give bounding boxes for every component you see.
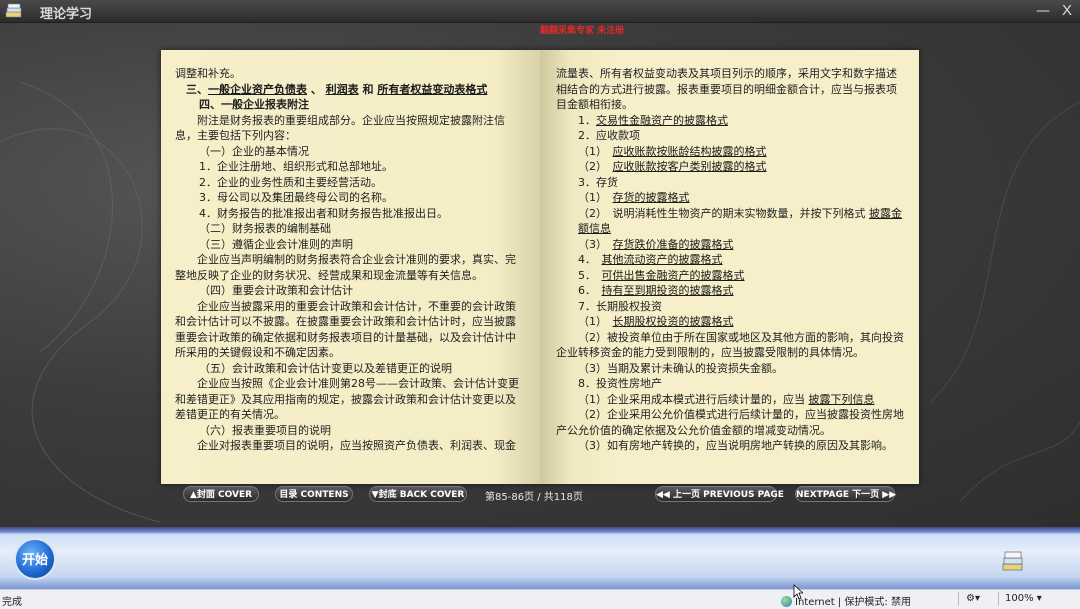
- zone-label: Internet | 保护模式: 禁用: [795, 597, 911, 608]
- disclosure-format-link[interactable]: 持有至到期投资的披露格式: [602, 284, 734, 297]
- left-paragraph: 1．企业注册地、组织形式和总部地址。: [199, 160, 393, 173]
- disclosure-format-link[interactable]: 其他流动资产的披露格式: [602, 253, 723, 266]
- open-book: 调整和补充。 三、一般企业资产负债表 、 利润表 和 所有者权益变动表格式 四、一…: [161, 50, 919, 484]
- left-paragraph: 企业应当声明编制的财务报表符合企业会计准则的要求，真实、完整地反映了企业的财务状…: [175, 253, 516, 282]
- left-paragraph: （二）财务报表的编制基础: [199, 222, 331, 235]
- left-paragraph: 调整和补充。: [175, 67, 241, 80]
- right-paragraph: 6． 持有至到期投资的披露格式: [556, 283, 907, 299]
- right-paragraph: （1） 长期股权投资的披露格式: [556, 314, 907, 330]
- right-paragraph: （1）企业采用成本模式进行后续计量的，应当 披露下列信息: [556, 392, 907, 408]
- right-paragraph: （2）企业采用公允价值模式进行后续计量的，应当披露投资性房地产公允价值的确定依据…: [556, 408, 904, 437]
- disclosure-format-link[interactable]: 应收账款按客户类别披露的格式: [613, 160, 767, 173]
- left-paragraph: 四、一般企业报表附注: [199, 98, 309, 111]
- book-toolbar: ▲封面 COVER 目录 CONTENS ▼封底 BACK COVER 第85-…: [161, 484, 919, 504]
- left-paragraph: 附注是财务报表的重要组成部分。企业应当按照规定披露附注信息，主要包括下列内容：: [175, 113, 505, 143]
- start-button[interactable]: 开始: [14, 538, 56, 580]
- left-paragraph: （四）重要会计政策和会计估计: [199, 284, 353, 297]
- settings-gear-icon[interactable]: ⚙▾: [966, 593, 980, 604]
- right-paragraph: 3．存货: [578, 175, 618, 189]
- right-paragraph: （3）当期及累计未确认的投资损失金额。: [578, 361, 783, 375]
- browser-status-bar: 完成 Internet | 保护模式: 禁用 ⚙▾ 100% ▾: [0, 589, 1080, 609]
- left-paragraph: 三、一般企业资产负债表 、 利润表 和 所有者权益变动表格式: [175, 82, 522, 98]
- statement-link[interactable]: 一般企业资产负债表: [208, 83, 307, 96]
- zoom-control[interactable]: 100% ▾: [1005, 593, 1042, 604]
- paragraph-text: （1）: [578, 191, 613, 204]
- page-indicator: 第85-86页 / 共118页: [485, 492, 583, 503]
- left-page: 调整和补充。 三、一般企业资产负债表 、 利润表 和 所有者权益变动表格式 四、一…: [161, 50, 540, 484]
- right-paragraph: 4． 其他流动资产的披露格式: [556, 252, 907, 268]
- paragraph-text: （1）: [578, 144, 613, 158]
- paragraph-text: 、: [307, 82, 326, 96]
- disclosure-format-link[interactable]: 应收账款按账龄结构披露的格式: [613, 145, 767, 158]
- left-paragraph: 企业应当披露采用的重要会计政策和会计估计，不重要的会计政策和会计估计可以不披露。…: [175, 299, 516, 360]
- title-bar: 理论学习 — X: [0, 0, 1080, 23]
- right-paragraph: （2） 应收账款按客户类别披露的格式: [556, 159, 907, 175]
- chevron-down-icon: ▾: [1036, 593, 1042, 604]
- right-paragraph: （3） 存货跌价准备的披露格式: [556, 237, 907, 253]
- globe-icon: [781, 596, 792, 607]
- right-paragraph: （3）如有房地产转换的，应当说明房地产转换的原因及其影响。: [578, 439, 893, 452]
- left-paragraph: （五）会计政策和会计估计变更以及差错更正的说明: [199, 361, 452, 375]
- previous-page-button[interactable]: ◀◀ 上一页 PREVIOUS PAGE: [655, 486, 784, 502]
- right-paragraph: （2） 说明消耗性生物资产的期末实物数量，并按下列格式 披露金额信息: [556, 206, 907, 237]
- unregistered-notice: 翻翻采集专家 未注册: [540, 26, 625, 36]
- book-stack-icon: [5, 3, 22, 18]
- right-paragraph: 2．应收款项: [578, 129, 640, 142]
- left-paragraph: （六）报表重要项目的说明: [199, 423, 331, 437]
- paragraph-text: 5．: [578, 268, 602, 282]
- left-paragraph: 3．母公司以及集团最终母公司的名称。: [199, 191, 393, 204]
- paragraph-text: 和: [358, 82, 378, 96]
- paragraph-text: 三、: [175, 82, 208, 96]
- mouse-cursor-icon: [793, 584, 803, 600]
- paragraph-text: 1．: [578, 113, 596, 127]
- disclosure-format-link[interactable]: 存货的披露格式: [613, 191, 690, 204]
- left-paragraph: 企业应当按照《企业会计准则第28号——会计政策、会计估计变更和差错更正》及其应用…: [175, 377, 519, 421]
- statement-link[interactable]: 利润表: [326, 83, 359, 96]
- right-paragraph: （1） 存货的披露格式: [556, 190, 907, 206]
- statement-link[interactable]: 所有者权益变动表格式: [377, 83, 487, 96]
- reader-window: 理论学习 — X 翻翻采集专家 未注册 调整和补充。 三、一般企业资产负债表 、…: [0, 0, 1080, 527]
- divider: [958, 592, 959, 606]
- right-page: 流量表、所有者权益变动表及其项目列示的顺序，采用文字和数字描述相结合的方式进行披…: [540, 50, 919, 484]
- right-paragraph: 流量表、所有者权益变动表及其项目列示的顺序，采用文字和数字描述相结合的方式进行披…: [556, 67, 897, 111]
- cover-button[interactable]: ▲封面 COVER: [183, 486, 259, 502]
- right-paragraph: 7．长期股权投资: [578, 299, 662, 313]
- paragraph-text: 4．: [578, 253, 602, 266]
- right-paragraph: 5． 可供出售金融资产的披露格式: [556, 268, 907, 284]
- left-paragraph: （一）企业的基本情况: [199, 144, 309, 158]
- next-page-button[interactable]: NEXTPAGE 下一页 ▶▶: [795, 486, 896, 502]
- contents-button[interactable]: 目录 CONTENS: [275, 486, 353, 502]
- close-button[interactable]: X: [1058, 2, 1076, 20]
- paragraph-text: （1）企业采用成本模式进行后续计量的，应当: [578, 392, 809, 406]
- paragraph-text: （1）: [578, 315, 613, 328]
- left-paragraph: 企业对报表重要项目的说明，应当按照资产负债表、利润表、现金: [197, 439, 516, 452]
- taskbar: 开始: [0, 527, 1080, 589]
- left-paragraph: 4．财务报告的批准报出者和财务报告批准报出日。: [199, 206, 448, 220]
- divider: [998, 592, 999, 606]
- left-paragraph: （三）遵循企业会计准则的声明: [199, 237, 353, 251]
- right-paragraph: 8．投资性房地产: [578, 377, 662, 390]
- minimize-button[interactable]: —: [1034, 2, 1052, 20]
- zoom-level: 100%: [1005, 593, 1034, 604]
- disclosure-format-link[interactable]: 披露下列信息: [809, 393, 875, 406]
- paragraph-text: 6．: [578, 284, 602, 297]
- book-stack-tray-icon[interactable]: [1000, 549, 1026, 575]
- right-paragraph: 1．交易性金融资产的披露格式: [556, 113, 907, 129]
- left-paragraph: 2．企业的业务性质和主要经营活动。: [199, 175, 382, 189]
- right-paragraph: （1） 应收账款按账龄结构披露的格式: [556, 144, 907, 160]
- back-cover-button[interactable]: ▼封底 BACK COVER: [369, 486, 467, 502]
- disclosure-format-link[interactable]: 长期股权投资的披露格式: [613, 315, 734, 328]
- disclosure-format-link[interactable]: 交易性金融资产的披露格式: [596, 114, 728, 127]
- status-text: 完成: [2, 597, 22, 608]
- disclosure-format-link[interactable]: 可供出售金融资产的披露格式: [602, 269, 745, 282]
- right-paragraph: （2）被投资单位由于所在国家或地区及其他方面的影响，其向投资企业转移资金的能力受…: [556, 330, 904, 360]
- disclosure-format-link[interactable]: 存货跌价准备的披露格式: [613, 238, 734, 251]
- window-title: 理论学习: [40, 7, 93, 22]
- paragraph-text: （2）: [578, 160, 613, 173]
- paragraph-text: （3）: [578, 237, 613, 251]
- paragraph-text: （2） 说明消耗性生物资产的期末实物数量，并按下列格式: [578, 206, 869, 220]
